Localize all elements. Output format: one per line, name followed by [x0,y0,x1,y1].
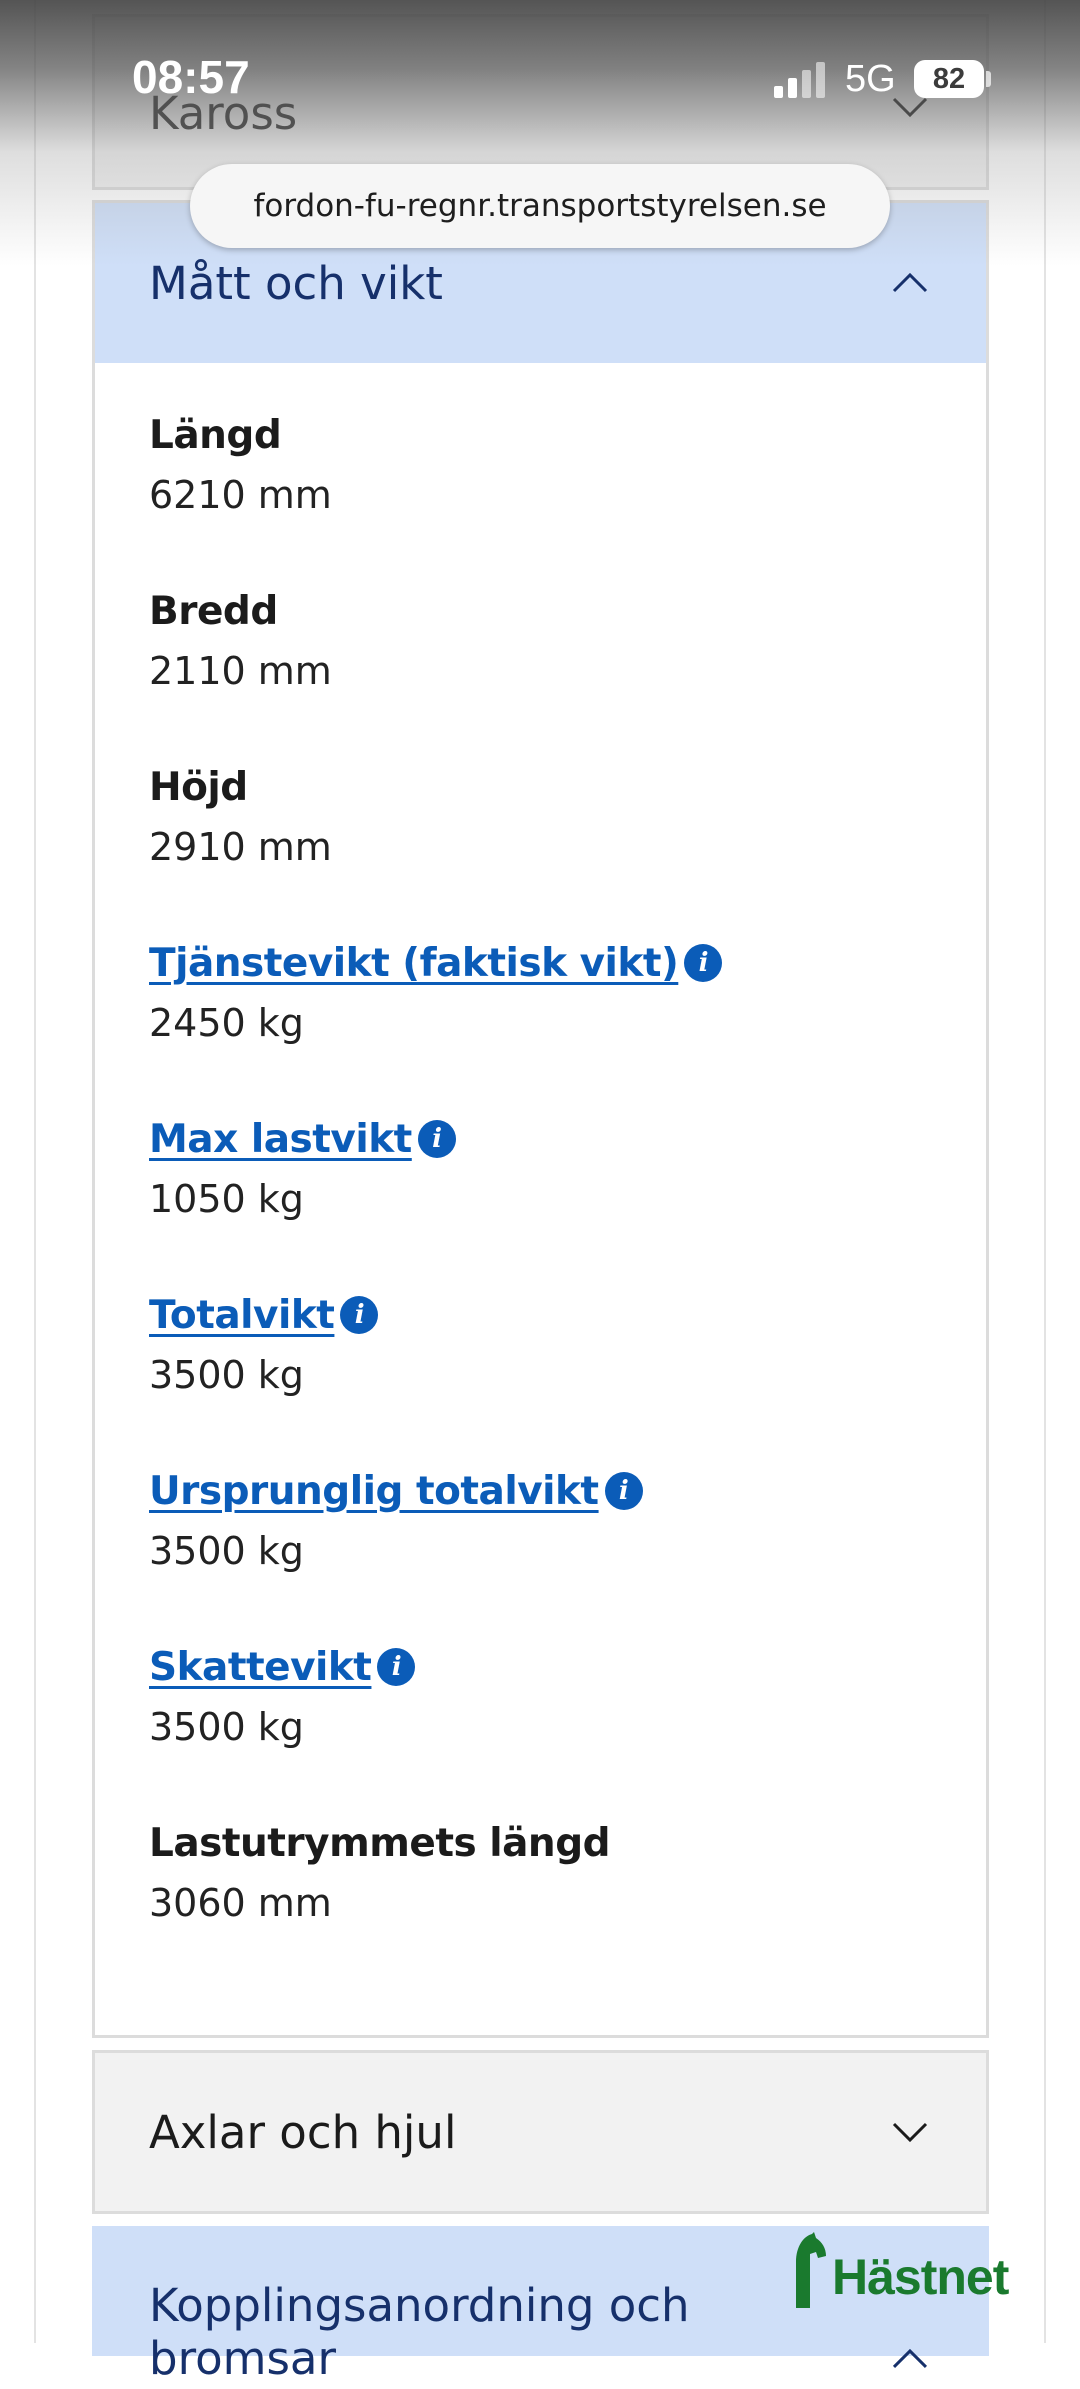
field-value: 6210 mm [149,473,332,517]
field-value: 1050 kg [149,1177,304,1221]
field-value: 2910 mm [149,825,332,869]
info-icon[interactable]: i [684,944,723,982]
accordion-title-matt-och-vikt: Mått och vikt [149,256,443,310]
info-icon[interactable]: i [377,1648,416,1686]
field-label-row: Skattevikt i [149,1637,932,1697]
max-lastvikt-link[interactable]: Max lastvikt [149,1109,412,1169]
field-label-row: Totalvikt i [149,1285,932,1345]
field-label-row: Ursprunglig totalvikt i [149,1461,932,1521]
info-icon[interactable]: i [340,1296,379,1334]
network-type: 5G [845,58,896,100]
field-totalvikt: Totalvikt i 3500 kg [149,1285,932,1461]
ursprunglig-totalvikt-link[interactable]: Ursprunglig totalvikt [149,1461,599,1521]
cellular-signal-icon [774,62,825,98]
field-label: Höjd [149,764,248,810]
field-value: 3500 kg [149,1529,304,1573]
field-label-row: Max lastvikt i [149,1109,932,1169]
field-tjanstevikt: Tjänstevikt (faktisk vikt) i 2450 kg [149,933,932,1109]
skattevikt-link[interactable]: Skattevikt [149,1637,372,1697]
horse-head-icon [796,2232,826,2308]
field-hojd: Höjd 2910 mm [149,757,932,933]
field-value: 2450 kg [149,1001,304,1045]
field-label: Bredd [149,588,278,634]
accordion-axlar-och-hjul[interactable]: Axlar och hjul [92,2050,989,2214]
status-time: 08:57 [132,51,250,103]
chevron-up-icon [892,2348,928,2369]
status-bar: 08:57 5G 82 [0,0,1080,150]
field-value: 2110 mm [149,649,332,693]
field-label-row: Tjänstevikt (faktisk vikt) i [149,933,932,993]
accordion-matt-och-vikt: Mått och vikt Längd 6210 mm Bredd 2110 m… [92,200,989,2038]
chevron-up-icon [892,272,928,293]
field-max-lastvikt: Max lastvikt i 1050 kg [149,1109,932,1285]
info-icon[interactable]: i [604,1472,643,1510]
field-label: Längd [149,412,282,458]
tjanstevikt-link[interactable]: Tjänstevikt (faktisk vikt) [149,933,679,993]
hastnet-watermark: Hästnet [788,2228,1038,2308]
totalvikt-link[interactable]: Totalvikt [149,1285,335,1345]
field-value: 3500 kg [149,1705,304,1749]
address-bar-url: fordon-fu-regnr.transportstyrelsen.se [253,188,827,224]
field-langd: Längd 6210 mm [149,405,932,581]
accordion-body-matt-och-vikt: Längd 6210 mm Bredd 2110 mm Höjd 2910 mm… [95,363,986,1989]
accordion-header-axlar-och-hjul[interactable]: Axlar och hjul [95,2053,986,2211]
field-label: Lastutrymmets längd [149,1820,611,1866]
field-value: 3500 kg [149,1353,304,1397]
accordion-title-kopplingsanordning: Kopplingsanordning och bromsar [149,2279,690,2385]
battery-icon: 82 [914,60,984,98]
field-value: 3060 mm [149,1881,332,1925]
field-bredd: Bredd 2110 mm [149,581,932,757]
field-ursprunglig-totalvikt: Ursprunglig totalvikt i 3500 kg [149,1461,932,1637]
watermark-text: Hästnet [832,2249,1009,2305]
info-icon[interactable]: i [417,1120,456,1158]
accordion-title-axlar-och-hjul: Axlar och hjul [149,2105,457,2159]
address-bar[interactable]: fordon-fu-regnr.transportstyrelsen.se [190,164,890,248]
field-lastutrymmets-langd: Lastutrymmets längd 3060 mm [149,1813,932,1989]
field-skattevikt: Skattevikt i 3500 kg [149,1637,932,1813]
battery-tip [986,71,991,87]
chevron-down-icon [892,2122,928,2143]
